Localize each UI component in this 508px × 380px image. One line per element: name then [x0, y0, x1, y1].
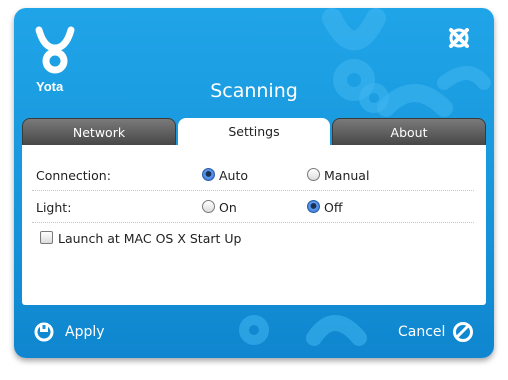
- apply-label: Apply: [65, 324, 105, 340]
- connection-auto-radio[interactable]: [202, 168, 215, 181]
- launch-at-startup-label[interactable]: Launch at MAC OS X Start Up: [58, 231, 241, 246]
- connection-auto-label[interactable]: Auto: [219, 168, 248, 183]
- apply-icon: [34, 322, 54, 342]
- light-off-radio[interactable]: [307, 200, 320, 213]
- cancel-button[interactable]: Cancel: [398, 319, 475, 345]
- cancel-icon: [453, 322, 474, 342]
- connection-manual-radio[interactable]: [307, 168, 320, 181]
- light-label: Light:: [36, 200, 72, 215]
- tab-about[interactable]: About: [332, 118, 486, 145]
- launch-at-startup-checkbox[interactable]: [40, 231, 53, 244]
- tab-network-label: Network: [72, 125, 126, 140]
- yota-window: Yota Scanning Network Settings About Con…: [14, 8, 494, 358]
- connection-row: Connection: Auto Manual: [22, 159, 486, 191]
- tab-network[interactable]: Network: [22, 118, 176, 145]
- light-row: Light: On Off: [22, 191, 486, 223]
- tab-settings-label: Settings: [228, 124, 280, 139]
- window-title: Scanning: [210, 80, 298, 102]
- light-on-label[interactable]: On: [219, 200, 237, 215]
- apply-button[interactable]: Apply: [32, 319, 105, 345]
- light-off-label[interactable]: Off: [324, 200, 342, 215]
- yota-logo-icon: [35, 26, 75, 74]
- cancel-label: Cancel: [398, 324, 446, 340]
- tab-about-label: About: [390, 125, 428, 140]
- connection-label: Connection:: [36, 168, 111, 183]
- light-on-radio[interactable]: [202, 200, 215, 213]
- close-icon[interactable]: [446, 25, 472, 51]
- startup-row: Launch at MAC OS X Start Up: [22, 222, 486, 254]
- tab-settings[interactable]: Settings: [178, 118, 330, 147]
- connection-manual-label[interactable]: Manual: [324, 168, 369, 183]
- settings-panel: Connection: Auto Manual Light: On Off La…: [22, 145, 486, 305]
